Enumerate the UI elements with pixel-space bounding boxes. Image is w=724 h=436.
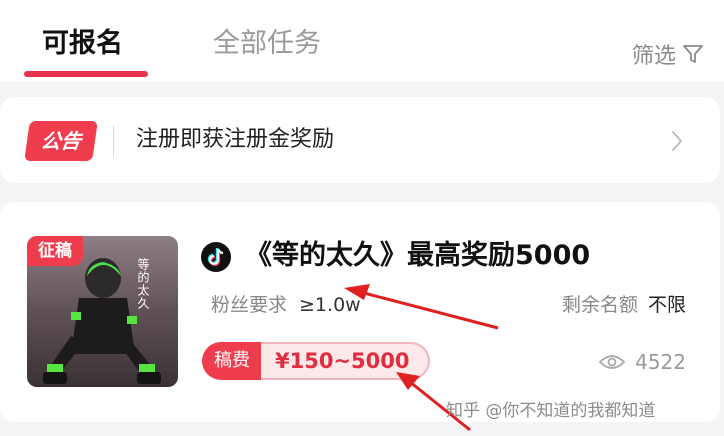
task-cover-image[interactable]: 征稿 等的太久	[27, 236, 178, 387]
tab-available[interactable]: 可报名	[42, 26, 123, 62]
task-card[interactable]: 征稿 等的太久 《等的太久》最高奖励5000 粉丝要求 ≥1.0w 剩余名额 不限 …	[0, 202, 720, 422]
top-tab-bar: 可报名 全部任务 筛选	[0, 0, 724, 82]
filter-button[interactable]: 筛选	[632, 38, 704, 70]
announcement-bar[interactable]: 公告 注册即获注册金奖励	[0, 97, 720, 183]
filter-label: 筛选	[631, 44, 676, 69]
quota-label: 剩余名额	[561, 294, 638, 316]
fee-label: 稿费	[202, 342, 262, 380]
chevron-right-icon	[672, 131, 682, 151]
watermark: 知乎 @你不知道的我都知道	[446, 401, 656, 421]
announcement-text: 注册即获注册金奖励	[136, 127, 335, 152]
quota-value: 不限	[647, 294, 686, 316]
active-tab-indicator	[24, 71, 148, 77]
fee-amount: ¥150~5000	[261, 342, 430, 380]
task-title[interactable]: 《等的太久》最高奖励5000	[245, 238, 590, 274]
tiktok-icon	[201, 242, 231, 272]
divider	[113, 125, 114, 157]
cover-title: 等的太久	[136, 258, 150, 310]
fans-value: ≥1.0w	[299, 294, 361, 316]
views-value: 4522	[635, 350, 686, 374]
fee-badge: 稿费 ¥150~5000	[202, 342, 430, 380]
view-count: 4522	[599, 350, 686, 374]
fans-label: 粉丝要求	[211, 294, 288, 316]
announcement-badge: 公告	[24, 121, 98, 161]
eye-icon	[599, 355, 626, 369]
submission-tag: 征稿	[27, 236, 83, 266]
fans-requirement: 粉丝要求 ≥1.0w	[211, 292, 361, 318]
remaining-quota: 剩余名额 不限	[562, 292, 686, 318]
funnel-icon	[683, 45, 703, 63]
tab-all-tasks[interactable]: 全部任务	[213, 26, 321, 62]
